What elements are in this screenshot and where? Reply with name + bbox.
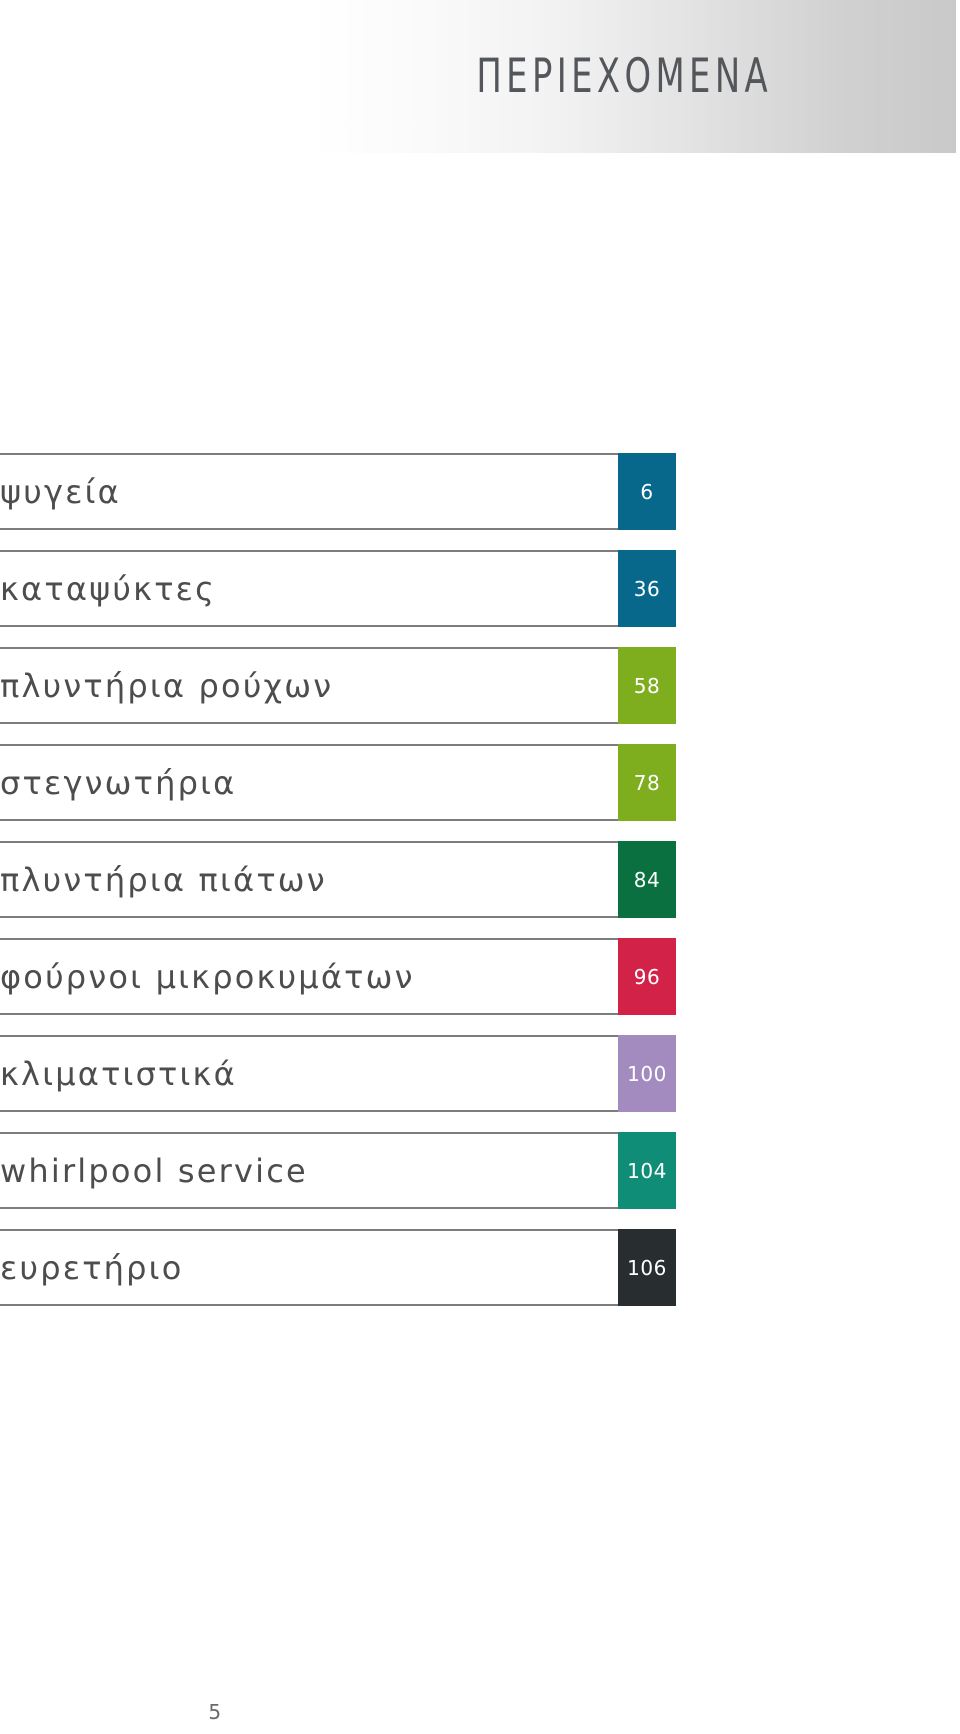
toc-entry-page-number: 58	[618, 647, 676, 724]
toc-entry-label: πλυντήρια πιάτων	[0, 860, 327, 899]
toc-entry-page-number: 78	[618, 744, 676, 821]
toc-entry[interactable]: καταψύκτες 36	[0, 550, 676, 647]
page-title: ΠΕΡΙΕΧΟΜΕΝΑ	[476, 49, 773, 104]
toc-entry-page-number: 36	[618, 550, 676, 627]
toc-entry[interactable]: κλιματιστικά 100	[0, 1035, 676, 1132]
toc-entry[interactable]: ευρετήριο 106	[0, 1229, 676, 1326]
toc-entry-label: πλυντήρια ρούχων	[0, 666, 334, 705]
toc-entry-label: κλιματιστικά	[0, 1054, 237, 1093]
toc-entry-page-number: 84	[618, 841, 676, 918]
toc-entry-label: whirlpool service	[0, 1151, 308, 1190]
toc-entry-page-number: 6	[618, 453, 676, 530]
toc-entry-page-number: 104	[618, 1132, 676, 1209]
toc-entry-label: καταψύκτες	[0, 569, 217, 608]
toc-entry[interactable]: πλυντήρια ρούχων 58	[0, 647, 676, 744]
toc-entry-label: ευρετήριο	[0, 1248, 184, 1287]
table-of-contents: ψυγεία 6 καταψύκτες 36 πλυντήρια ρούχων 58 στε…	[0, 453, 676, 1326]
toc-entry[interactable]: ψυγεία 6	[0, 453, 676, 550]
toc-entry[interactable]: στεγνωτήρια 78	[0, 744, 676, 841]
toc-entry[interactable]: φούρνοι μικροκυμάτων 96	[0, 938, 676, 1035]
toc-entry-label: στεγνωτήρια	[0, 763, 237, 802]
toc-entry-label: ψυγεία	[0, 472, 121, 511]
toc-entry-label: φούρνοι μικροκυμάτων	[0, 957, 415, 996]
footer-page-number: 5	[208, 1700, 222, 1724]
toc-entry-page-number: 106	[618, 1229, 676, 1306]
toc-entry[interactable]: whirlpool service 104	[0, 1132, 676, 1229]
toc-entry[interactable]: πλυντήρια πιάτων 84	[0, 841, 676, 938]
toc-entry-page-number: 100	[618, 1035, 676, 1112]
toc-entry-page-number: 96	[618, 938, 676, 1015]
